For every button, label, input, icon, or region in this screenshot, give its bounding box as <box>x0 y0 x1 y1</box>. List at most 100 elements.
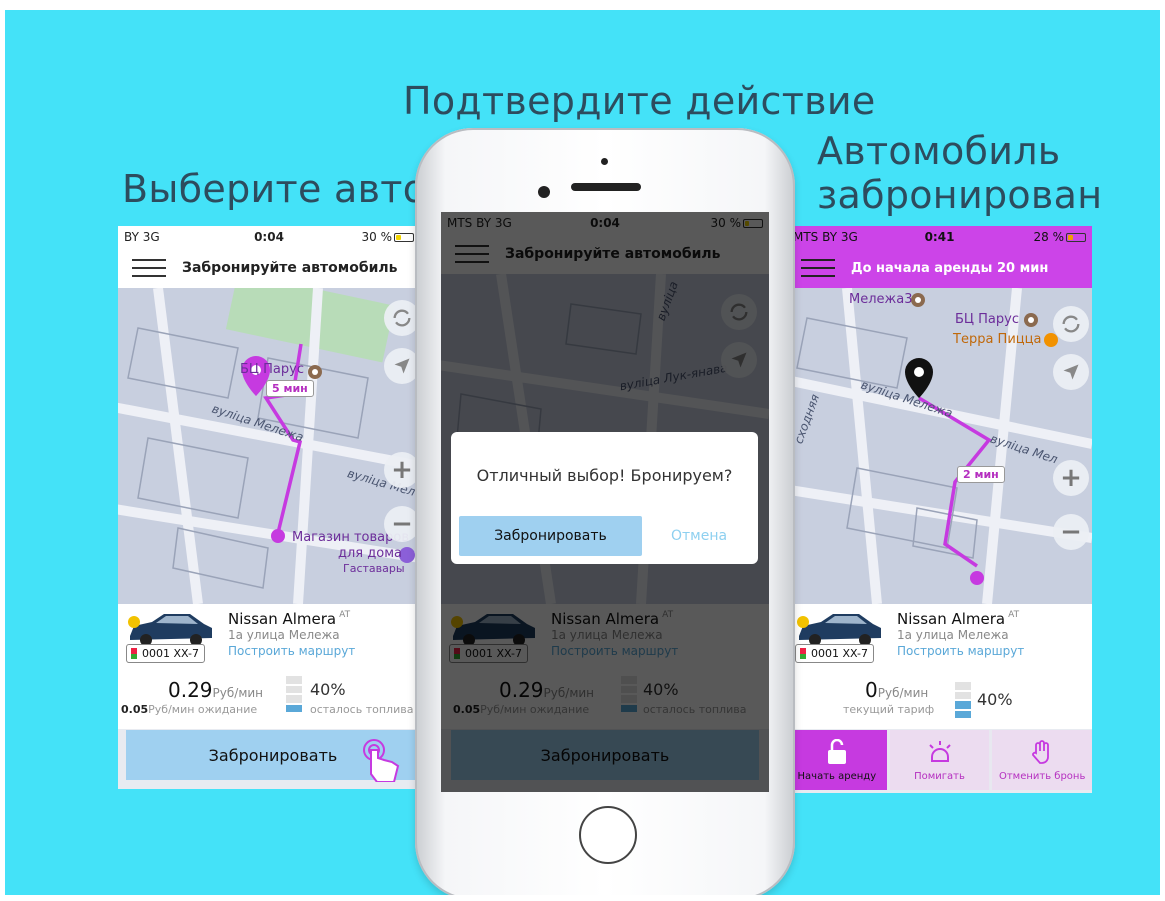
zoom-in-button[interactable]: + <box>1053 460 1089 496</box>
fuel-gauge-icon <box>286 676 302 712</box>
status-bar: MTS BY 3G 0:41 28 % <box>787 226 1092 248</box>
time-text: 0:04 <box>590 216 620 230</box>
app-bar: Забронируйте автомобиль <box>441 234 769 274</box>
start-rent-button[interactable]: Начать аренду <box>787 730 887 790</box>
menu-icon[interactable] <box>801 259 835 277</box>
map-label-store-3: Гаставары <box>343 562 405 575</box>
car-image <box>797 614 881 646</box>
wait-price: 0.05Руб/мин ожидание <box>121 703 258 716</box>
page-title: Забронируйте автомобиль <box>182 260 398 276</box>
action-bar: Начать аренду Помигать Отменить бронь <box>787 730 1092 790</box>
status-bar: BY 3G 0:04 30 % <box>118 226 420 248</box>
sensor-icon <box>601 158 608 165</box>
signal-text: MTS BY 3G <box>793 230 858 244</box>
map-label-pizza: Терра Пицца <box>953 332 1042 347</box>
zoom-out-button[interactable]: − <box>1053 514 1089 550</box>
caption-reserved-2: забронирован <box>817 173 1103 217</box>
screen-confirm: MTS BY 3G 0:04 30 % Забронируйте автомоб… <box>441 212 769 792</box>
confirm-dialog: Отличный выбор! Бронируем? Забронировать… <box>451 432 758 564</box>
refresh-button[interactable] <box>721 294 757 330</box>
car-card: Nissan Almera AT 1а улица Мележа Построит… <box>441 604 769 729</box>
page-title: Забронируйте автомобиль <box>505 246 721 262</box>
fuel-gauge-icon <box>955 682 971 718</box>
build-route-link[interactable]: Построить маршрут <box>228 644 355 658</box>
blink-button[interactable]: Помигать <box>889 730 990 790</box>
map[interactable]: Мележа3 БЦ Парус Терра Пицца вуліца Меле… <box>787 288 1092 604</box>
fuel-percent: 40% <box>643 680 679 699</box>
fuel-gauge-icon <box>621 676 637 712</box>
screen-reserved: MTS BY 3G 0:41 28 % До начала аренды 20 … <box>787 226 1092 793</box>
fuel-label: осталось топлива <box>310 703 414 716</box>
map-label-melezha: Мележа3 <box>849 292 913 307</box>
eta-badge: 5 мин <box>266 380 314 397</box>
price: 0Руб/мин <box>865 678 929 702</box>
price: 0.29Руб/мин <box>168 678 264 702</box>
dialog-cancel-button[interactable]: Отмена <box>671 528 727 544</box>
status-bar: MTS BY 3G 0:04 30 % <box>441 212 769 234</box>
fuel-label: осталось топлива <box>643 703 747 716</box>
reserve-button[interactable]: Забронировать <box>126 730 420 782</box>
battery-icon <box>742 219 763 228</box>
flag-icon <box>800 648 806 659</box>
app-bar: Забронируйте автомобиль <box>118 248 420 288</box>
build-route-link[interactable]: Построить маршрут <box>897 644 1024 658</box>
battery-text: 28 % <box>1033 230 1065 244</box>
blink-icon <box>928 740 951 762</box>
license-plate: 0001 XX-7 <box>126 644 205 663</box>
menu-icon[interactable] <box>455 245 489 263</box>
flag-icon <box>454 648 460 659</box>
app-bar: До начала аренды 20 мин <box>787 248 1092 288</box>
battery-icon <box>394 233 415 242</box>
flag-icon <box>131 648 137 659</box>
speaker-icon <box>571 183 641 191</box>
locate-button[interactable] <box>1053 354 1089 390</box>
refresh-button[interactable] <box>1053 306 1089 342</box>
menu-icon[interactable] <box>132 259 166 277</box>
car-address: 1а улица Мележа <box>228 628 340 642</box>
license-plate: 0001 XX-7 <box>795 644 874 663</box>
wait-price: 0.05Руб/мин ожидание <box>453 703 590 716</box>
car-name: Nissan Almera AT <box>228 610 351 628</box>
dialog-reserve-button[interactable]: Забронировать <box>459 516 642 556</box>
eta-badge: 2 мин <box>957 466 1005 483</box>
promo-canvas: Выберите авто Подтвердите действие Автом… <box>5 10 1160 895</box>
license-plate: 0001 XX-7 <box>449 644 528 663</box>
map-streets <box>787 288 1092 604</box>
countdown-title: До начала аренды 20 мин <box>851 260 1049 276</box>
locate-button[interactable] <box>721 342 757 378</box>
camera-icon <box>538 186 550 198</box>
battery-icon <box>1066 233 1087 242</box>
unlock-icon <box>827 738 846 764</box>
cancel-reservation-button[interactable]: Отменить бронь <box>992 730 1092 790</box>
fuel-percent: 40% <box>977 690 1013 709</box>
caption-reserved-1: Автомобиль <box>817 129 1061 173</box>
signal-text: BY 3G <box>124 230 160 244</box>
reserve-button[interactable]: Забронировать <box>451 730 759 780</box>
center-phone: MTS BY 3G 0:04 30 % Забронируйте автомоб… <box>415 128 795 895</box>
battery-text: 30 % <box>361 230 393 244</box>
price: 0.29Руб/мин <box>499 678 595 702</box>
car-card: Nissan Almera AT 1а улица Мележа Построит… <box>118 604 420 729</box>
time-text: 0:41 <box>924 230 955 244</box>
dialog-question: Отличный выбор! Бронируем? <box>476 466 733 485</box>
tariff-label: текущий тариф <box>843 703 935 716</box>
time-text: 0:04 <box>254 230 284 244</box>
car-name: Nissan Almera AT <box>551 610 674 628</box>
car-image <box>128 614 212 646</box>
screen-select-car: BY 3G 0:04 30 % Забронируйте автомобиль <box>118 226 420 789</box>
battery-text: 30 % <box>710 216 741 230</box>
hand-stop-icon <box>1032 739 1050 764</box>
car-address: 1а улица Мележа <box>897 628 1009 642</box>
signal-text: MTS BY 3G <box>447 216 512 230</box>
map[interactable]: БЦ Парус 5 мин вуліца Мележа вуліца Меле… <box>118 288 420 604</box>
car-name: Nissan Almera AT <box>897 610 1020 628</box>
car-image <box>451 614 535 646</box>
caption-confirm: Подтвердите действие <box>403 79 876 123</box>
tap-hand-icon <box>363 739 400 782</box>
home-button[interactable] <box>579 806 637 864</box>
caption-select-car: Выберите авто <box>122 167 427 211</box>
car-card: Nissan Almera AT 1а улица Мележа Построит… <box>787 604 1092 729</box>
map-label-store-2: для дома <box>338 546 402 561</box>
map-label-bc: БЦ Парус <box>240 362 304 377</box>
build-route-link[interactable]: Построить маршрут <box>551 644 678 658</box>
